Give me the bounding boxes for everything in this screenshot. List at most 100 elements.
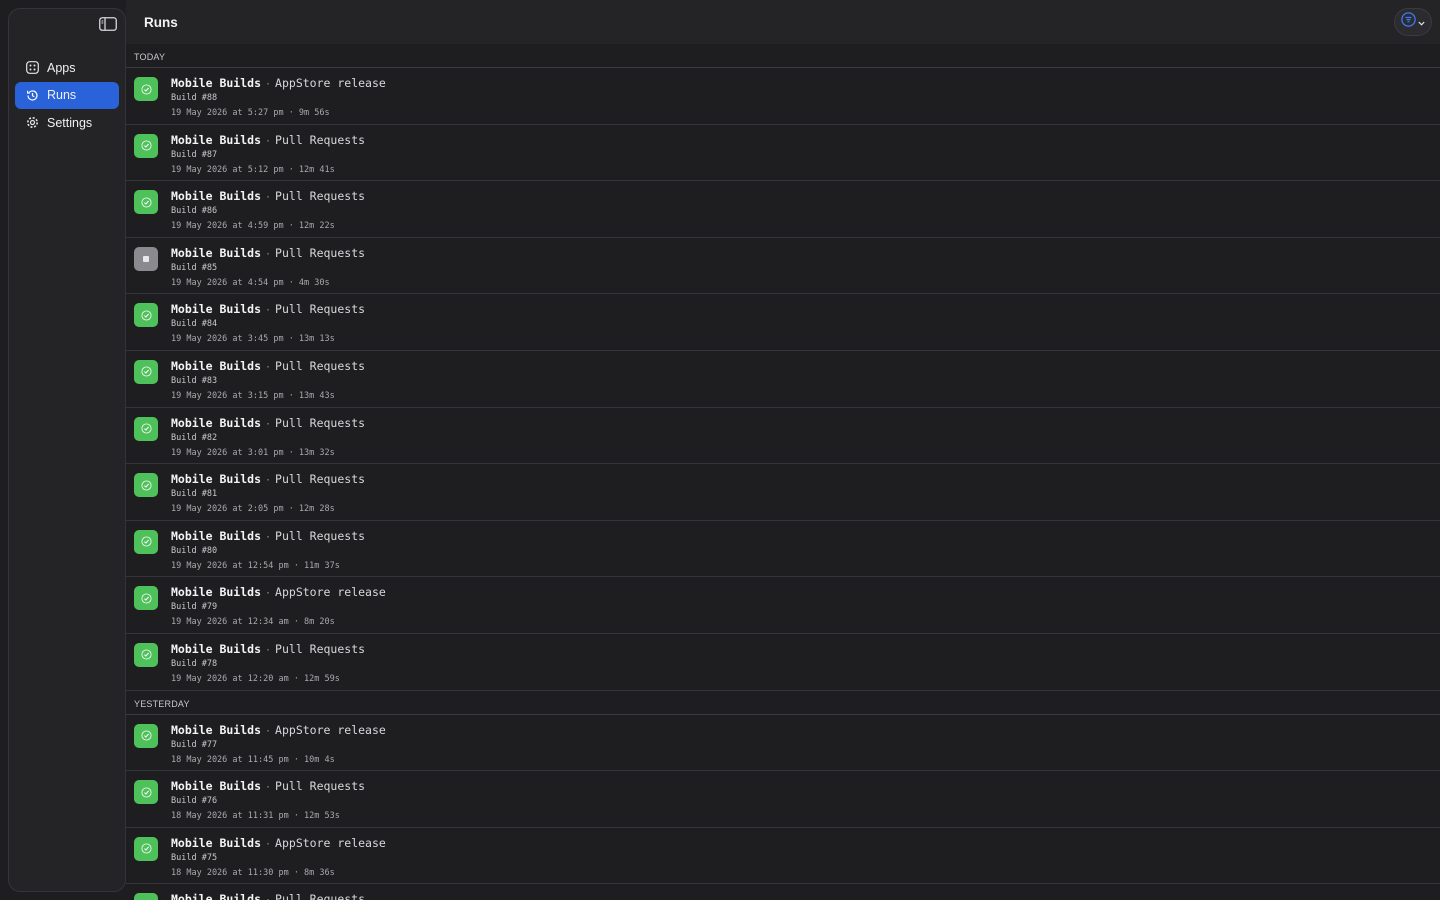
run-title: Mobile Builds·Pull Requests <box>171 779 365 793</box>
run-app-name: Mobile Builds <box>171 189 262 204</box>
run-title: Mobile Builds·Pull Requests <box>171 246 365 260</box>
run-row[interactable]: Mobile Builds · AppStore release Build #77 1… <box>126 715 1440 772</box>
title-separator: · <box>265 531 272 543</box>
filter-button[interactable] <box>1394 8 1432 36</box>
apps-icon <box>25 61 39 75</box>
run-timestamp-duration: 19 May 2026 at 3:15 pm · 13m 43s <box>171 390 335 401</box>
title-separator: · <box>265 782 272 794</box>
run-row[interactable]: Mobile Builds · Pull Requests Build #84 19 M… <box>126 294 1440 351</box>
run-title: Mobile Builds·Pull Requests <box>171 359 365 373</box>
run-build-number: Build #85 <box>171 262 218 273</box>
run-timestamp-duration: 19 May 2026 at 3:45 pm · 13m 13s <box>171 334 335 345</box>
run-timestamp-duration: 19 May 2026 at 4:54 pm · 4m 30s <box>171 277 330 288</box>
run-timestamp-duration: 19 May 2026 at 5:27 pm · 9m 56s <box>171 108 330 118</box>
run-build-number: Build #87 <box>171 149 218 160</box>
run-workflow-name: Pull Requests <box>275 472 366 487</box>
run-build-number: Build #75 <box>171 852 218 863</box>
run-workflow-name: AppStore release <box>275 76 386 90</box>
run-timestamp-duration: 19 May 2026 at 4:59 pm · 12m 22s <box>171 221 335 232</box>
title-separator: · <box>265 248 272 260</box>
run-title: Mobile Builds·Pull Requests <box>171 416 365 430</box>
run-workflow-name: Pull Requests <box>275 132 366 147</box>
runs-list: TODAY Mobile Builds · AppStore release Build… <box>126 44 1440 900</box>
run-app-name: Mobile Builds <box>171 585 262 600</box>
run-workflow-name: Pull Requests <box>275 189 366 204</box>
run-app-name: Mobile Builds <box>171 76 262 90</box>
run-workflow-name: Pull Requests <box>275 358 366 373</box>
run-row[interactable]: Mobile Builds · Pull Requests Build #80 19 M… <box>126 521 1440 578</box>
sidebar: Apps Runs Settings <box>8 8 126 892</box>
run-title: Mobile Builds·Pull Requests <box>171 892 365 900</box>
top-bar: Runs <box>126 0 1440 44</box>
sidebar-nav: Apps Runs Settings <box>15 54 119 137</box>
status-success-icon <box>134 303 158 328</box>
run-app-name: Mobile Builds <box>171 779 262 794</box>
run-build-number: Build #76 <box>171 796 218 807</box>
filter-icon <box>1401 12 1416 32</box>
run-row[interactable]: Mobile Builds · Pull Requests Build #85 19 M… <box>126 238 1440 295</box>
title-separator: · <box>265 361 272 373</box>
run-row[interactable]: Mobile Builds · Pull Requests Build #87 19 M… <box>126 125 1440 182</box>
run-app-name: Mobile Builds <box>171 641 262 656</box>
title-separator: · <box>265 895 271 900</box>
run-title: Mobile Builds·Pull Requests <box>171 133 365 147</box>
status-success-icon <box>134 529 158 554</box>
run-workflow-name: AppStore release <box>275 835 386 850</box>
run-timestamp-duration: 19 May 2026 at 12:34 am · 8m 20s <box>171 617 335 628</box>
sidebar-item-label: Settings <box>47 115 93 130</box>
run-row[interactable]: Mobile Builds · Pull Requests Build #81 19 M… <box>126 464 1440 521</box>
sidebar-item-runs[interactable]: Runs <box>15 81 119 109</box>
status-success-icon <box>134 836 158 861</box>
run-app-name: Mobile Builds <box>171 245 262 260</box>
run-title: Mobile Builds·Pull Requests <box>171 472 365 486</box>
run-row[interactable]: Mobile Builds · AppStore release Build #88 1… <box>126 68 1440 125</box>
title-separator: · <box>265 838 272 850</box>
run-row[interactable]: Mobile Builds· Pull Requests <box>126 884 1440 900</box>
section-header: TODAY <box>126 44 1440 68</box>
sidebar-item-label: Runs <box>47 88 77 102</box>
sidebar-item-settings[interactable]: Settings <box>15 109 119 136</box>
run-workflow-name: AppStore release <box>275 585 386 600</box>
sidebar-toggle-icon[interactable] <box>98 15 118 33</box>
title-separator: · <box>265 418 272 430</box>
run-timestamp-duration: 19 May 2026 at 5:12 pm · 12m 41s <box>171 164 335 175</box>
run-workflow-name: Pull Requests <box>275 528 366 543</box>
title-separator: · <box>265 135 272 147</box>
run-timestamp-duration: 19 May 2026 at 12:20 am · 12m 59s <box>171 673 340 684</box>
status-success-icon <box>134 77 158 101</box>
run-app-name: Mobile Builds <box>171 472 262 487</box>
run-build-number: Build #88 <box>171 93 218 103</box>
status-success-icon <box>134 642 158 667</box>
title-separator: · <box>265 725 272 737</box>
chevron-down-icon <box>1418 13 1425 31</box>
sidebar-item-label: Apps <box>47 60 76 75</box>
run-workflow-name: Pull Requests <box>275 641 366 656</box>
gear-icon <box>25 116 39 130</box>
run-row[interactable]: Mobile Builds · AppStore release Build #79 1… <box>126 577 1440 634</box>
run-title: Mobile Builds·Pull Requests <box>171 189 365 203</box>
run-title: Mobile Builds·Pull Requests <box>171 302 365 316</box>
status-success-icon <box>134 133 158 158</box>
status-success-icon <box>134 190 158 215</box>
title-separator: · <box>265 305 272 317</box>
run-row[interactable]: Mobile Builds · Pull Requests Build #82 19 M… <box>126 408 1440 465</box>
run-timestamp-duration: 18 May 2026 at 11:30 pm · 8m 36s <box>171 867 335 878</box>
run-row[interactable]: Mobile Builds · Pull Requests Build #83 19 M… <box>126 351 1440 408</box>
run-row[interactable]: Mobile Builds · Pull Requests Build #86 19 M… <box>126 181 1440 238</box>
title-separator: · <box>265 192 272 204</box>
run-row[interactable]: Mobile Builds · Pull Requests Build #76 18 M… <box>126 771 1440 828</box>
run-app-name: Mobile Builds <box>171 528 262 543</box>
run-workflow-name: Pull Requests <box>275 245 366 260</box>
run-app-name: Mobile Builds <box>171 132 262 147</box>
history-icon <box>25 88 39 102</box>
status-success-icon <box>134 416 158 441</box>
run-build-number: Build #82 <box>171 432 218 443</box>
run-row[interactable]: Mobile Builds · Pull Requests Build #78 19 M… <box>126 634 1440 691</box>
title-separator: · <box>265 475 272 487</box>
run-build-number: Build #77 <box>171 739 218 750</box>
run-title: Mobile Builds · AppStore release <box>171 836 386 850</box>
run-timestamp-duration: 19 May 2026 at 2:05 pm · 12m 28s <box>171 504 335 515</box>
run-row[interactable]: Mobile Builds · AppStore release Build #75 1… <box>126 828 1440 885</box>
run-app-name: Mobile Builds <box>171 415 262 430</box>
sidebar-item-apps[interactable]: Apps <box>15 54 119 81</box>
